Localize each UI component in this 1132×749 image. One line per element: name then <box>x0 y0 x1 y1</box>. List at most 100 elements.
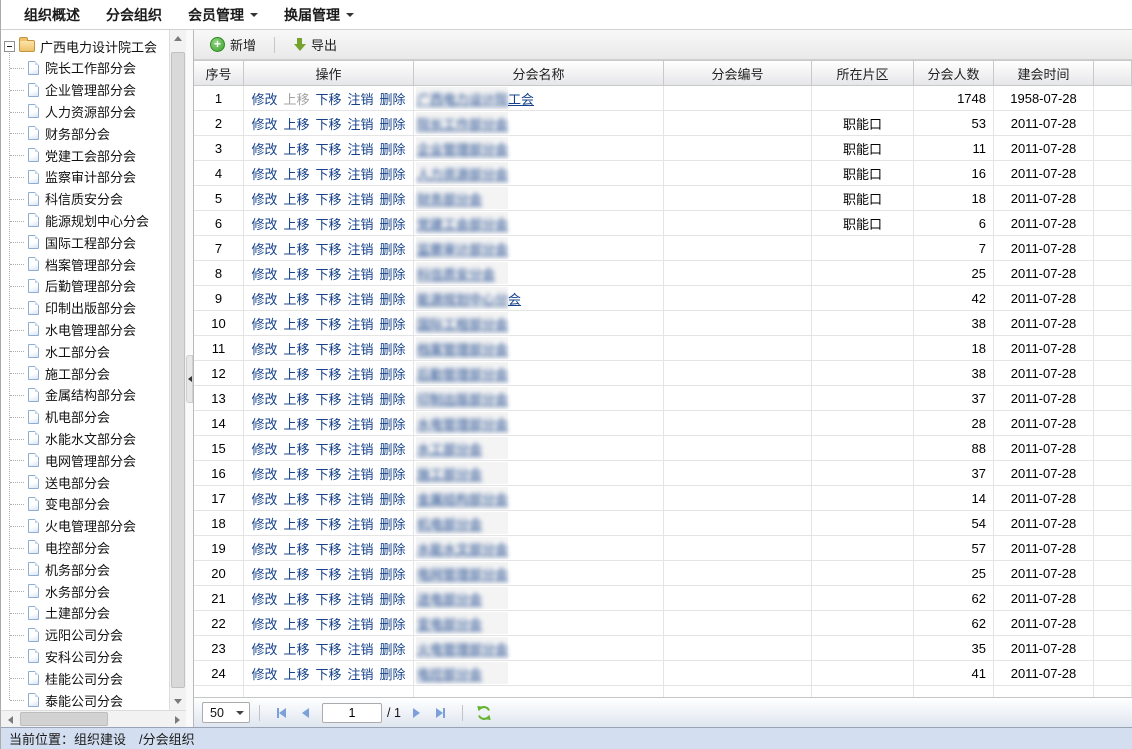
tree-item[interactable]: 送电部分会 <box>1 471 169 493</box>
op-modify-link[interactable]: 修改 <box>251 89 277 108</box>
tree-item[interactable]: 党建工会部分会 <box>1 144 169 166</box>
tree-item[interactable]: 科信质安分会 <box>1 188 169 210</box>
branch-name-link[interactable]: 水工部分会 <box>417 439 482 458</box>
op-modify-link[interactable]: 修改 <box>251 314 277 333</box>
branch-name-link[interactable]: 党建工会部分会 <box>417 214 508 233</box>
op-move-up-link[interactable]: 上移 <box>283 489 309 508</box>
op-delete-link[interactable]: 删除 <box>380 539 406 558</box>
op-deregister-link[interactable]: 注销 <box>348 339 374 358</box>
op-move-up-link[interactable]: 上移 <box>283 239 309 258</box>
vertical-scroll-thumb[interactable] <box>171 52 185 688</box>
branch-name-link[interactable]: 水能水文部分会 <box>417 539 508 558</box>
op-deregister-link[interactable]: 注销 <box>348 114 374 133</box>
op-modify-link[interactable]: 修改 <box>251 114 277 133</box>
op-move-down-link[interactable]: 下移 <box>315 114 341 133</box>
op-deregister-link[interactable]: 注销 <box>348 514 374 533</box>
op-modify-link[interactable]: 修改 <box>251 264 277 283</box>
tree-item[interactable]: 国际工程部分会 <box>1 231 169 253</box>
op-move-up-link[interactable]: 上移 <box>283 614 309 633</box>
op-delete-link[interactable]: 删除 <box>380 239 406 258</box>
op-move-down-link[interactable]: 下移 <box>315 89 341 108</box>
op-delete-link[interactable]: 删除 <box>380 564 406 583</box>
op-delete-link[interactable]: 删除 <box>380 164 406 183</box>
tree-item[interactable]: 财务部分会 <box>1 122 169 144</box>
op-move-down-link[interactable]: 下移 <box>315 364 341 383</box>
tree-item[interactable]: 机电部分会 <box>1 406 169 428</box>
op-move-down-link[interactable]: 下移 <box>315 164 341 183</box>
tree-item[interactable]: 后勤管理部分会 <box>1 275 169 297</box>
branch-name-link[interactable]: 档案管理部分会 <box>417 339 508 358</box>
op-move-up-link[interactable]: 上移 <box>283 589 309 608</box>
tree-item[interactable]: 金属结构部分会 <box>1 384 169 406</box>
op-deregister-link[interactable]: 注销 <box>348 489 374 508</box>
op-delete-link[interactable]: 删除 <box>380 339 406 358</box>
op-move-up-link[interactable]: 上移 <box>283 439 309 458</box>
branch-name-link[interactable]: 机电部分会 <box>417 514 482 533</box>
op-move-up-link[interactable]: 上移 <box>283 289 309 308</box>
tree-item[interactable]: 电网管理部分会 <box>1 449 169 471</box>
branch-name-link[interactable]: 能源规划中心分会 <box>417 289 521 308</box>
branch-name-link[interactable]: 电网管理部分会 <box>417 564 508 583</box>
tree-item[interactable]: 水能水文部分会 <box>1 428 169 450</box>
scroll-down-button[interactable] <box>170 693 186 710</box>
column-header[interactable]: 分会人数 <box>914 61 994 86</box>
op-modify-link[interactable]: 修改 <box>251 289 277 308</box>
export-button[interactable]: 导出 <box>285 33 345 57</box>
op-move-up-link[interactable]: 上移 <box>283 164 309 183</box>
refresh-button[interactable] <box>474 703 494 723</box>
tree-root[interactable]: 广西电力设计院工会 <box>1 35 169 57</box>
op-modify-link[interactable]: 修改 <box>251 414 277 433</box>
branch-name-link[interactable]: 科信质安分会 <box>417 264 495 283</box>
op-modify-link[interactable]: 修改 <box>251 514 277 533</box>
op-move-down-link[interactable]: 下移 <box>315 539 341 558</box>
op-modify-link[interactable]: 修改 <box>251 364 277 383</box>
nav-item-2[interactable]: 分会组织 <box>93 0 175 30</box>
sidebar-collapse-handle[interactable] <box>186 355 193 403</box>
tree-item[interactable]: 火电管理部分会 <box>1 515 169 537</box>
op-move-down-link[interactable]: 下移 <box>315 639 341 658</box>
op-modify-link[interactable]: 修改 <box>251 139 277 158</box>
branch-name-link[interactable]: 后勤管理部分会 <box>417 364 508 383</box>
branch-name-link[interactable]: 财务部分会 <box>417 189 482 208</box>
branch-name-link[interactable]: 院长工作部分会 <box>417 114 508 133</box>
tree-item[interactable]: 变电部分会 <box>1 493 169 515</box>
op-delete-link[interactable]: 删除 <box>380 514 406 533</box>
op-move-up-link[interactable]: 上移 <box>283 664 309 683</box>
op-delete-link[interactable]: 删除 <box>380 114 406 133</box>
op-move-down-link[interactable]: 下移 <box>315 589 341 608</box>
op-delete-link[interactable]: 删除 <box>380 414 406 433</box>
nav-item-4[interactable]: 换届管理 <box>271 0 367 30</box>
branch-name-link[interactable]: 水电管理部分会 <box>417 414 508 433</box>
op-deregister-link[interactable]: 注销 <box>348 364 374 383</box>
tree-collapse-expander-icon[interactable] <box>4 41 15 52</box>
sidebar-vertical-scrollbar[interactable] <box>169 30 186 710</box>
op-modify-link[interactable]: 修改 <box>251 189 277 208</box>
scroll-up-button[interactable] <box>170 30 186 47</box>
page-size-select[interactable]: 50 <box>202 702 250 723</box>
op-move-up-link[interactable]: 上移 <box>283 214 309 233</box>
tree-item[interactable]: 桂能公司分会 <box>1 667 169 689</box>
op-modify-link[interactable]: 修改 <box>251 489 277 508</box>
op-move-up-link[interactable]: 上移 <box>283 189 309 208</box>
op-move-down-link[interactable]: 下移 <box>315 289 341 308</box>
op-move-down-link[interactable]: 下移 <box>315 214 341 233</box>
op-move-up-link[interactable]: 上移 <box>283 339 309 358</box>
tree-item[interactable]: 电控部分会 <box>1 537 169 559</box>
branch-name-link[interactable]: 广西电力设计院工会 <box>417 89 534 108</box>
tree-item[interactable]: 土建部分会 <box>1 602 169 624</box>
op-delete-link[interactable]: 删除 <box>380 264 406 283</box>
branch-name-link[interactable]: 变电部分会 <box>417 614 482 633</box>
op-deregister-link[interactable]: 注销 <box>348 314 374 333</box>
op-deregister-link[interactable]: 注销 <box>348 439 374 458</box>
branch-name-link[interactable]: 施工部分会 <box>417 464 482 483</box>
op-move-down-link[interactable]: 下移 <box>315 464 341 483</box>
op-deregister-link[interactable]: 注销 <box>348 214 374 233</box>
first-page-button[interactable] <box>271 703 291 723</box>
branch-name-link[interactable]: 印制出版部分会 <box>417 389 508 408</box>
op-move-down-link[interactable]: 下移 <box>315 314 341 333</box>
op-deregister-link[interactable]: 注销 <box>348 614 374 633</box>
op-deregister-link[interactable]: 注销 <box>348 414 374 433</box>
branch-name-link[interactable]: 火电管理部分会 <box>417 639 508 658</box>
op-deregister-link[interactable]: 注销 <box>348 89 374 108</box>
tree-item[interactable]: 水电管理部分会 <box>1 319 169 341</box>
